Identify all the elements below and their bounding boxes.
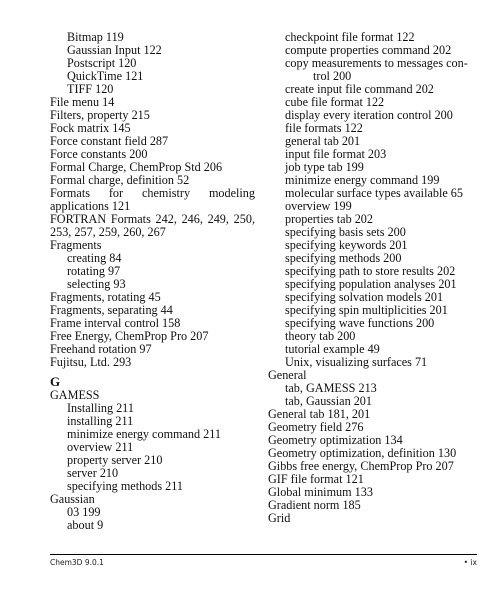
index-entry: Grid <box>268 511 291 525</box>
index-letter-heading: G <box>50 374 61 389</box>
index-entry: Formats for chemistry modeling applicati… <box>50 186 255 213</box>
index-entry: Fujitsu, Ltd. 293 <box>50 355 132 369</box>
index-subentry: about 9 <box>67 518 104 532</box>
footer-rule <box>50 554 477 555</box>
index-column-left: Bitmap 119 Gaussian Input 122 Postscript 1… <box>50 31 255 532</box>
index-entry: FORTRAN Formats 242, 246, 249, 250, 253,… <box>50 212 255 239</box>
index-entry: Gradient norm 185 <box>268 498 361 512</box>
footer-page-number: • ix <box>463 558 477 567</box>
index-column-right: checkpoint file format 122 compute proper… <box>268 31 478 525</box>
footer-product: Chem3D 9.0.1 <box>50 558 104 567</box>
index-subentry: copy measurements to messages con- <box>285 56 468 70</box>
